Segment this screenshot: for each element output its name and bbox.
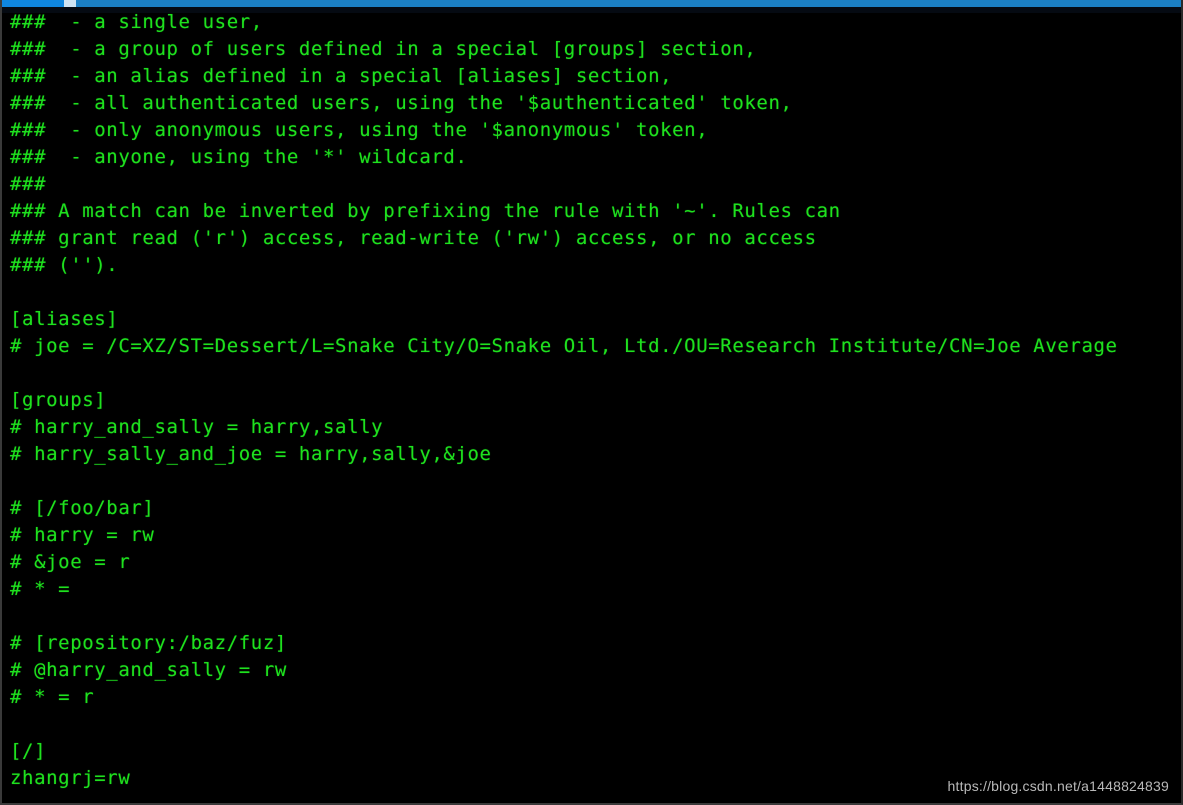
watermark-url: https://blog.csdn.net/a1448824839 [947, 778, 1169, 794]
terminal-line: [/] [10, 740, 47, 762]
terminal-line: ### - only anonymous users, using the '$… [10, 119, 709, 141]
terminal-line: # * = r [10, 686, 95, 708]
terminal-line: # [/foo/bar] [10, 497, 155, 519]
terminal-line: ### - a single user, [10, 11, 263, 33]
terminal-line: ### - a group of users defined in a spec… [10, 38, 757, 60]
terminal-line: # harry = rw [10, 524, 155, 546]
terminal-line: # * = [10, 578, 71, 600]
terminal-line: ### - anyone, using the '*' wildcard. [10, 146, 468, 168]
terminal-line: ### - an alias defined in a special [ali… [10, 65, 673, 87]
terminal-line: ### - all authenticated users, using the… [10, 92, 793, 114]
terminal-line: ### (''). [10, 254, 119, 276]
window-titlebar[interactable] [2, 0, 1181, 7]
terminal-window: ### - a single user, ### - a group of use… [0, 0, 1183, 805]
terminal-line: # joe = /C=XZ/ST=Dessert/L=Snake City/O=… [10, 335, 1118, 357]
terminal-line: ### [10, 173, 47, 195]
terminal-line: # harry_sally_and_joe = harry,sally,&joe [10, 443, 492, 465]
terminal-line: # @harry_and_sally = rw [10, 659, 287, 681]
terminal-line: [groups] [10, 389, 107, 411]
titlebar-active-segment [2, 0, 64, 7]
terminal-line: ### A match can be inverted by prefixing… [10, 200, 841, 222]
terminal-line: [aliases] [10, 308, 119, 330]
titlebar-highlight-segment [64, 0, 76, 7]
titlebar-shadow [2, 7, 1181, 13]
terminal-line: ### grant read ('r') access, read-write … [10, 227, 817, 249]
terminal-line: # [repository:/baz/fuz] [10, 632, 287, 654]
terminal-line: # harry_and_sally = harry,sally [10, 416, 384, 438]
terminal-line: # &joe = r [10, 551, 131, 573]
terminal-text-area[interactable]: ### - a single user, ### - a group of use… [2, 7, 1181, 803]
